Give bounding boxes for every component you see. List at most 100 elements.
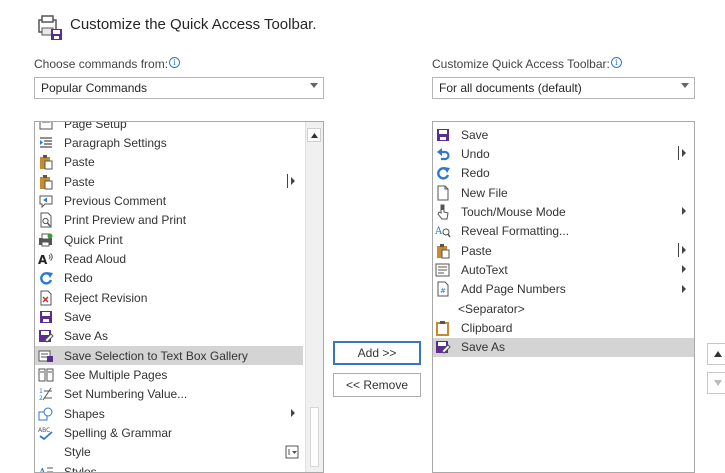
list-item-label: Touch/Mouse Mode	[461, 204, 566, 219]
svg-text:2: 2	[39, 395, 43, 401]
list-item-label: Shapes	[64, 406, 105, 421]
list-item[interactable]: Reject Revision	[35, 288, 303, 307]
list-item[interactable]: A Styles...	[35, 462, 303, 473]
list-item[interactable]: Shapes	[35, 404, 303, 423]
list-item-label: Print Preview and Print	[64, 213, 187, 228]
numbering-value-icon: 12	[37, 386, 55, 402]
list-item[interactable]: Paste	[35, 172, 303, 191]
spelling-grammar-icon: ABC	[37, 425, 55, 441]
add-button[interactable]: Add >>	[333, 341, 421, 365]
remove-button[interactable]: << Remove	[333, 373, 421, 397]
list-item-label: Redo	[64, 271, 93, 286]
blank-icon-slot	[37, 444, 55, 460]
svg-text:1: 1	[39, 388, 43, 395]
paste-icon	[434, 243, 452, 259]
list-item[interactable]: Save As	[433, 337, 694, 357]
list-item-label: Paste	[64, 174, 95, 189]
list-item[interactable]: # Add Page Numbers	[433, 280, 694, 299]
list-item[interactable]: Redo	[35, 269, 303, 288]
list-item[interactable]: Quick Print	[35, 230, 303, 249]
commands-listbox[interactable]: Page Setup Paragraph Settings Paste Paste Pr…	[34, 121, 324, 473]
list-item[interactable]: Touch/Mouse Mode	[433, 202, 694, 221]
list-item[interactable]: AutoText	[433, 260, 694, 279]
scroll-up-button[interactable]	[307, 128, 321, 142]
list-item-label: Save As	[461, 340, 506, 355]
list-item[interactable]: Save	[433, 125, 694, 144]
list-item[interactable]: Save Selection to Text Box Gallery	[35, 346, 303, 366]
reveal-formatting-icon: A	[434, 223, 452, 239]
toolbar-commands-listbox[interactable]: Save Undo Redo New File Touch/Mouse Mode A Rev…	[432, 121, 695, 473]
chevron-down-icon	[310, 83, 318, 88]
list-item[interactable]: New File	[433, 183, 694, 202]
list-item-label: Previous Comment	[64, 193, 167, 208]
list-item[interactable]: ABC Spelling & Grammar	[35, 424, 303, 443]
previous-comment-icon	[37, 193, 55, 209]
shapes-icon	[37, 406, 55, 422]
page-setup-icon	[37, 122, 55, 132]
scroll-thumb[interactable]	[310, 407, 319, 467]
commands-scrollbar[interactable]	[305, 122, 323, 472]
list-item-label: Undo	[461, 146, 490, 161]
submenu-arrow-icon	[291, 409, 295, 418]
clipboard-icon	[434, 320, 452, 336]
list-item[interactable]: Previous Comment	[35, 191, 303, 210]
customize-toolbar-dropdown[interactable]: For all documents (default)	[432, 77, 695, 99]
list-item-label: Paste	[64, 155, 95, 170]
list-item[interactable]: Redo	[433, 164, 694, 183]
read-aloud-icon: A	[37, 251, 55, 267]
list-item[interactable]: Paragraph Settings	[35, 133, 303, 152]
list-item-label: Add Page Numbers	[461, 282, 566, 297]
svg-text:#: #	[440, 287, 446, 295]
dialog-title: Customize the Quick Access Toolbar.	[70, 16, 317, 33]
list-item[interactable]: Clipboard	[433, 319, 694, 338]
list-item[interactable]: Print Preview and Print	[35, 211, 303, 230]
list-item[interactable]: 1 2 Set Numbering Value...	[35, 385, 303, 404]
submenu-arrow-icon	[291, 177, 295, 186]
choose-commands-dropdown[interactable]: Popular Commands	[34, 77, 324, 99]
multiple-pages-icon	[37, 367, 55, 383]
list-item[interactable]: <Separator>	[433, 299, 694, 318]
list-item-label: Set Numbering Value...	[64, 387, 188, 402]
list-item-label: Paste	[461, 243, 492, 258]
list-item[interactable]: A Reveal Formatting...	[433, 222, 694, 241]
svg-text:ABC: ABC	[38, 427, 50, 434]
info-icon[interactable]: i	[169, 57, 181, 68]
list-item[interactable]: Undo	[433, 144, 694, 163]
split-divider	[678, 243, 679, 258]
list-item[interactable]: Style	[35, 443, 303, 462]
svg-text:A: A	[38, 253, 48, 266]
reject-revision-icon	[37, 290, 55, 306]
list-item-label: New File	[461, 185, 508, 200]
submenu-arrow-icon	[682, 149, 686, 158]
customize-toolbar-value: For all documents (default)	[439, 81, 582, 95]
list-item-label: Spelling & Grammar	[64, 426, 173, 441]
list-item-label: Read Aloud	[64, 251, 127, 266]
paste-icon	[37, 174, 55, 190]
list-item-label: <Separator>	[458, 301, 525, 316]
save-as-icon	[434, 339, 452, 355]
list-item-label: Reveal Formatting...	[461, 224, 570, 239]
list-item-label: Style	[64, 445, 91, 460]
list-item[interactable]: Paste	[433, 241, 694, 260]
list-item-label: Paragraph Settings	[64, 135, 167, 150]
list-item[interactable]: Page Setup	[35, 122, 303, 133]
choose-commands-value: Popular Commands	[41, 81, 148, 95]
move-up-button[interactable]	[707, 343, 725, 365]
list-item[interactable]: Paste	[35, 153, 303, 172]
chevron-up-icon	[714, 351, 722, 357]
blank-icon-slot	[434, 301, 452, 317]
redo-icon	[434, 165, 452, 181]
list-item[interactable]: Save As	[35, 327, 303, 346]
style-box-icon[interactable]	[285, 445, 299, 462]
info-icon[interactable]: i	[610, 57, 622, 68]
svg-text:A: A	[38, 466, 47, 473]
submenu-arrow-icon	[682, 284, 686, 293]
list-item-label: See Multiple Pages	[64, 368, 168, 383]
list-item[interactable]: A Read Aloud	[35, 249, 303, 268]
split-divider	[287, 174, 288, 189]
list-item[interactable]: Save	[35, 308, 303, 327]
list-item-label: Save Selection to Text Box Gallery	[64, 348, 248, 363]
save-icon	[434, 127, 452, 143]
move-down-button[interactable]	[707, 372, 725, 394]
list-item[interactable]: See Multiple Pages	[35, 366, 303, 385]
